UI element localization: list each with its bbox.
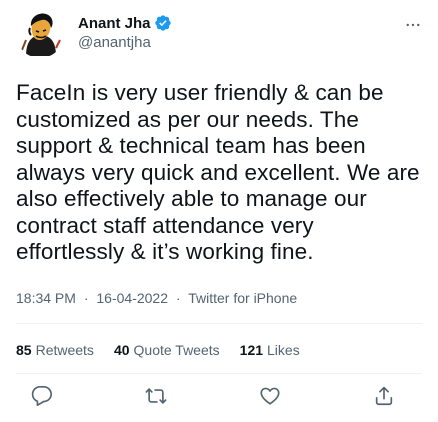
avatar[interactable]: [16, 10, 64, 58]
tweet-body-text: FaceIn is very user friendly & can be cu…: [16, 80, 420, 264]
tweet-actions: [0, 385, 438, 415]
verified-badge-icon: [154, 14, 172, 32]
divider-top: [16, 323, 422, 324]
likes-label: Likes: [267, 342, 300, 358]
display-name-row: Anant Jha: [78, 13, 172, 33]
tweet-stats: 85 Retweets 40 Quote Tweets 121 Likes: [16, 342, 320, 358]
tweet-header: Anant Jha @anantjha: [16, 10, 422, 58]
tweet-date[interactable]: 16-04-2022: [96, 290, 168, 306]
share-button[interactable]: [373, 385, 395, 407]
reply-button[interactable]: [31, 385, 53, 407]
reply-icon: [31, 386, 52, 406]
retweets-stat[interactable]: 85 Retweets: [16, 342, 94, 358]
author-handle[interactable]: @anantjha: [78, 34, 172, 51]
retweet-button[interactable]: [145, 385, 167, 407]
likes-stat[interactable]: 121 Likes: [240, 342, 300, 358]
meta-separator: ·: [83, 290, 89, 306]
avatar-icon: [16, 10, 64, 58]
likes-count: 121: [239, 342, 264, 358]
quote-tweets-count: 40: [113, 342, 130, 358]
quote-tweets-stat[interactable]: 40 Quote Tweets: [114, 342, 220, 358]
tweet-time[interactable]: 18:34 PM: [16, 290, 76, 306]
share-icon: [375, 386, 393, 406]
tweet-meta: 18:34 PM · 16-04-2022 · Twitter for iPho…: [16, 290, 297, 306]
retweet-icon: [145, 388, 167, 404]
divider-bottom: [16, 373, 422, 374]
author-display-name[interactable]: Anant Jha: [78, 15, 151, 32]
meta-separator: ·: [175, 290, 181, 306]
retweets-count: 85: [16, 342, 32, 358]
author-names: Anant Jha @anantjha: [78, 13, 172, 51]
retweets-label: Retweets: [35, 342, 94, 358]
quote-tweets-label: Quote Tweets: [133, 342, 220, 358]
like-icon: [260, 387, 280, 405]
tweet-card: Anant Jha @anantjha FaceIn is very user …: [0, 0, 438, 422]
like-button[interactable]: [259, 385, 281, 407]
tweet-source[interactable]: Twitter for iPhone: [188, 290, 297, 306]
more-options-icon[interactable]: [404, 16, 422, 34]
